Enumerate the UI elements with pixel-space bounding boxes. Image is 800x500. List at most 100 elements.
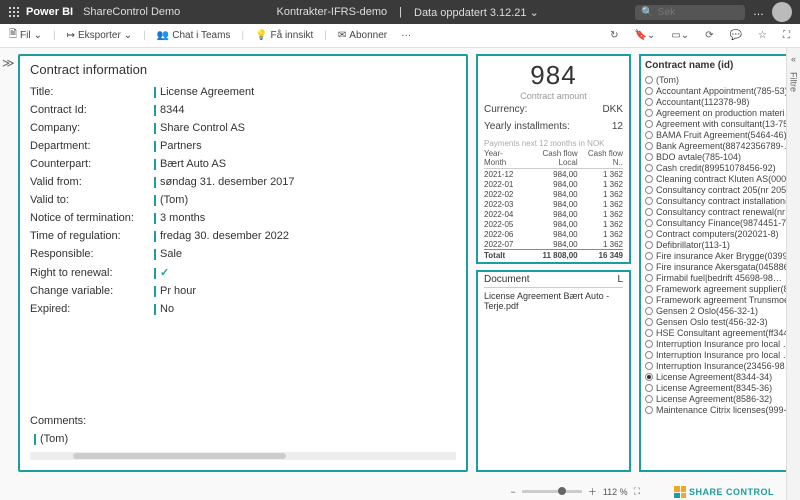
slicer-item[interactable]: BAMA Fruit Agreement(5464-46): [645, 129, 790, 140]
global-search[interactable]: 🔍: [635, 5, 745, 20]
brand-logo: SHARE CONTROL: [674, 486, 774, 498]
search-input[interactable]: [657, 7, 737, 18]
slicer-item[interactable]: Interruption Insurance pro local …: [645, 349, 790, 360]
slicer-item[interactable]: Fire insurance Akersgata(045886…: [645, 261, 790, 272]
slicer-item[interactable]: Accountant Appointment(785-53): [645, 85, 790, 96]
table-row[interactable]: 2022-03984,001 362: [484, 199, 623, 209]
slicer-item[interactable]: Cleaning contract Kluten AS(000…: [645, 173, 790, 184]
radio-icon: [645, 230, 653, 238]
more-actions[interactable]: ···: [398, 28, 414, 43]
contract-info-card: Contract information Title:License Agree…: [18, 54, 468, 472]
chat-teams-button[interactable]: 👥 Chat i Teams: [154, 28, 234, 43]
installments-row: Yearly installments: 12: [484, 118, 623, 135]
slicer-item[interactable]: (Tom): [645, 74, 790, 85]
slicer-item[interactable]: Fire insurance Aker Brygge(0399…: [645, 250, 790, 261]
field-row: Time of regulation:fredag 30. desember 2…: [30, 227, 456, 245]
zoom-value: 112 %: [603, 487, 628, 497]
bookmark-icon[interactable]: 🔖⌄: [631, 28, 660, 43]
slicer-item[interactable]: Defibrillator(113-1): [645, 239, 790, 250]
radio-icon: [645, 153, 653, 161]
user-avatar[interactable]: [772, 2, 792, 22]
slicer-item[interactable]: Agreement with consultant(13-75): [645, 118, 790, 129]
radio-icon: [645, 263, 653, 271]
reset-icon[interactable]: ↻: [606, 28, 622, 43]
table-row[interactable]: 2022-05984,001 362: [484, 219, 623, 229]
table-row[interactable]: 2022-01984,001 362: [484, 179, 623, 189]
ribbon-toolbar: 🗎 Fil ⌄ | ↦ Eksporter ⌄ | 👥 Chat i Teams…: [0, 24, 800, 48]
table-row[interactable]: 2022-02984,001 362: [484, 189, 623, 199]
radio-icon: [645, 307, 653, 315]
radio-icon: [645, 395, 653, 403]
zoom-bar[interactable]: − ＋ 112 % ⛶: [511, 485, 640, 498]
export-menu[interactable]: ↦ Eksporter ⌄: [64, 28, 136, 43]
radio-icon: [645, 98, 653, 106]
radio-icon: [645, 131, 653, 139]
fullscreen-icon[interactable]: ⛶: [779, 28, 794, 43]
horizontal-scrollbar[interactable]: [30, 452, 456, 460]
table-row[interactable]: 2022-07984,001 362: [484, 239, 623, 250]
card-title: Contract information: [30, 62, 456, 77]
slicer-item[interactable]: Contract computers(202021-8): [645, 228, 790, 239]
slicer-item[interactable]: Firmabil fuel|bedrift 45698-98…: [645, 272, 790, 283]
radio-icon: [645, 384, 653, 392]
radio-icon: [645, 164, 653, 172]
slicer-item[interactable]: Gensen 2 Oslo(456-32-1): [645, 305, 790, 316]
workspace-name[interactable]: ShareControl Demo: [83, 6, 180, 18]
slicer-item[interactable]: License Agreement(8586-32): [645, 393, 790, 404]
slicer-item[interactable]: Consultancy contract installation(…: [645, 195, 790, 206]
slicer-item[interactable]: Framework agreement Trunsmoe…: [645, 294, 790, 305]
radio-icon: [645, 109, 653, 117]
more-icon[interactable]: …: [753, 6, 764, 18]
slicer-item[interactable]: Consultancy Finance(9874451-79): [645, 217, 790, 228]
app-launcher-icon[interactable]: [8, 6, 20, 18]
table-row[interactable]: 2022-06984,001 362: [484, 229, 623, 239]
document-item[interactable]: License Agreement Bært Auto - Terje.pdf: [484, 291, 623, 311]
slicer-item[interactable]: Accountant(112378-98): [645, 96, 790, 107]
zoom-out-icon[interactable]: −: [511, 487, 516, 497]
expand-nav-icon[interactable]: ≫: [2, 56, 15, 70]
comment-icon[interactable]: 💬: [726, 28, 746, 43]
search-icon: 🔍: [641, 7, 653, 18]
data-updated-label[interactable]: Data oppdatert 3.12.21 ⌄: [414, 6, 539, 19]
refresh-icon[interactable]: ⟳: [701, 28, 717, 43]
side-pane-tabs: « Filtre: [786, 48, 800, 500]
filters-pane-tab[interactable]: Filtre: [789, 72, 799, 92]
slicer-item[interactable]: HSE Consultant agreement(ff344…: [645, 327, 790, 338]
slicer-item[interactable]: Framework agreement supplier(8…: [645, 283, 790, 294]
slicer-item[interactable]: Agreement on production materi…: [645, 107, 790, 118]
slicer-item[interactable]: Interruption Insurance pro local …: [645, 338, 790, 349]
right-column: 984 Contract amount Currency: DKK Yearly…: [476, 54, 631, 472]
radio-icon: [645, 351, 653, 359]
radio-icon: [645, 175, 653, 183]
slicer-item[interactable]: Consultancy contract 205(nr 205…: [645, 184, 790, 195]
slicer-item[interactable]: BDO avtale(785-104): [645, 151, 790, 162]
radio-icon: [645, 296, 653, 304]
zoom-in-icon[interactable]: ＋: [588, 485, 597, 498]
radio-icon: [645, 329, 653, 337]
view-icon[interactable]: ▭⌄: [667, 28, 693, 43]
slicer-item[interactable]: Cash credit(89951078456-92): [645, 162, 790, 173]
radio-icon: [645, 76, 653, 84]
slicer-item[interactable]: Consultancy contract renewal(nr …: [645, 206, 790, 217]
get-insight-button[interactable]: 💡 Få innsikt: [252, 28, 316, 43]
fit-page-icon[interactable]: ⛶: [634, 486, 640, 497]
comments-row: Comments:: [30, 412, 456, 430]
slicer-item[interactable]: Interruption Insurance(23456-98…: [645, 360, 790, 371]
table-row[interactable]: 2022-04984,001 362: [484, 209, 623, 219]
favorite-icon[interactable]: ☆: [754, 28, 771, 43]
chevron-left-icon[interactable]: «: [791, 54, 796, 64]
table-row[interactable]: 2021-12984,001 362: [484, 169, 623, 180]
slicer-item[interactable]: License Agreement(8344-34): [645, 371, 790, 382]
kpi-label: Contract amount: [484, 91, 623, 101]
subscribe-button[interactable]: ✉ Abonner: [335, 28, 390, 43]
slicer-item[interactable]: Maintenance Citrix licenses(999-…: [645, 404, 790, 415]
radio-icon: [645, 120, 653, 128]
slicer-item[interactable]: License Agreement(8345-36): [645, 382, 790, 393]
zoom-slider[interactable]: [522, 490, 582, 493]
slicer-item[interactable]: Bank Agreement(88742356789-…: [645, 140, 790, 151]
slicer-item[interactable]: Gensen Oslo test(456-32-3): [645, 316, 790, 327]
file-menu[interactable]: 🗎 Fil ⌄: [6, 25, 45, 46]
field-row: Expired:No: [30, 300, 456, 318]
radio-icon: [645, 186, 653, 194]
report-name[interactable]: Kontrakter-IFRS-demo: [276, 6, 387, 19]
